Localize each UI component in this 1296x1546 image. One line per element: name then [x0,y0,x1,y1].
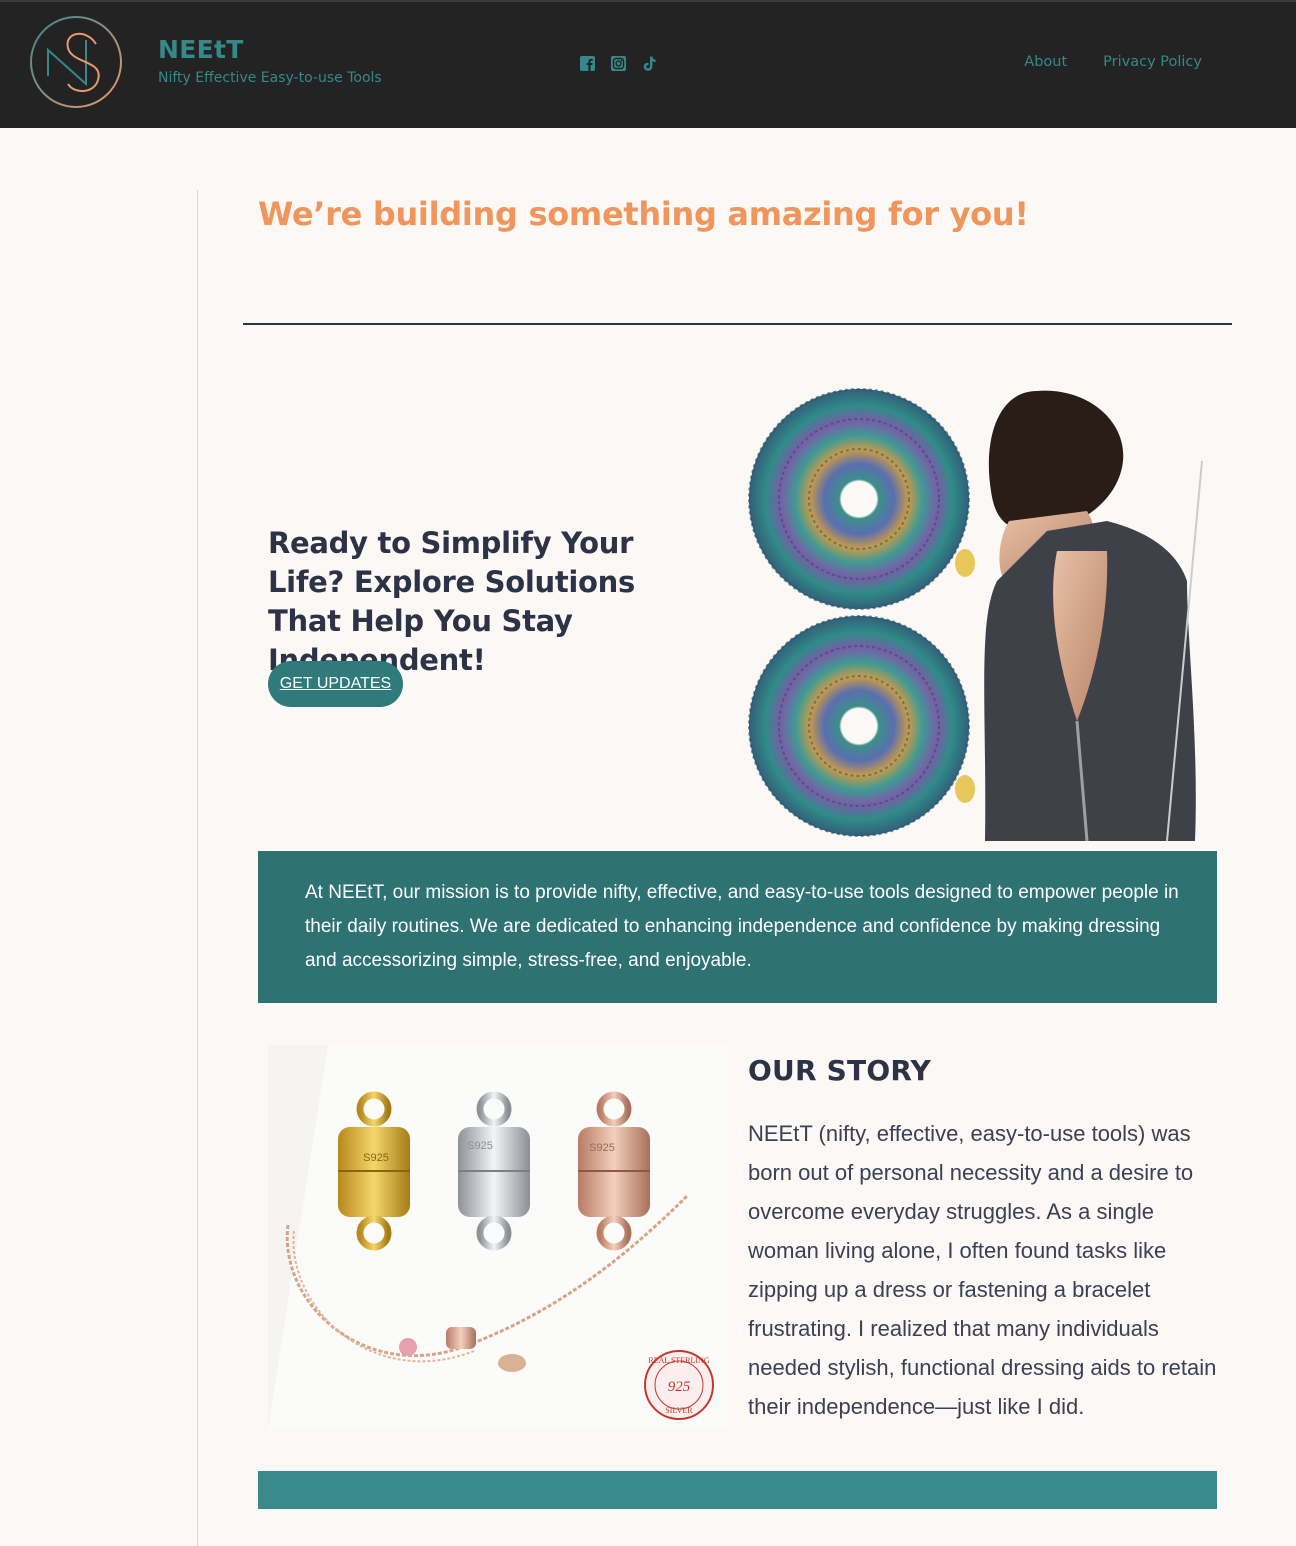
silver-clasp-mark: S925 [467,1140,493,1152]
rose-clasp-mark: S925 [589,1142,615,1154]
main-nav: About Privacy Policy [1024,54,1202,70]
stamp-center-text: 925 [668,1379,691,1395]
mission-banner: At NEEtT, our mission is to provide nift… [258,851,1217,1003]
facebook-icon[interactable] [579,55,596,72]
get-updates-button[interactable]: GET UPDATES [268,661,403,707]
site-title[interactable]: NEEtT [158,35,244,64]
site-header: NEEtT Nifty Effective Easy-to-use Tools … [0,0,1296,128]
hero-title: Ready to Simplify Your Life? Explore Sol… [268,526,635,677]
site-tagline: Nifty Effective Easy-to-use Tools [158,70,382,86]
tiktok-icon[interactable] [641,55,658,72]
story-text: NEEtT (nifty, effective, easy-to-use too… [748,1121,1217,1419]
mission-text: At NEEtT, our mission is to provide nift… [305,882,1179,971]
hero-image [747,381,1207,841]
footer-banner [258,1471,1217,1509]
page-headline: We’re building something amazing for you… [258,195,1029,233]
section-divider [243,323,1232,325]
nav-privacy-policy[interactable]: Privacy Policy [1103,54,1202,70]
gold-clasp-mark: S925 [363,1152,389,1164]
nav-about[interactable]: About [1024,54,1067,70]
stamp-bottom-text: SILVER [665,1406,693,1415]
social-links [579,55,658,72]
story-title: OUR STORY [748,1054,932,1087]
content-border [197,190,198,1546]
stamp-top-text: REAL STERLING [648,1356,709,1365]
story-image: S925 S925 S925 REAL STERLING 925 SILVER [268,1045,728,1429]
instagram-icon[interactable] [610,55,627,72]
site-logo[interactable] [28,14,124,110]
